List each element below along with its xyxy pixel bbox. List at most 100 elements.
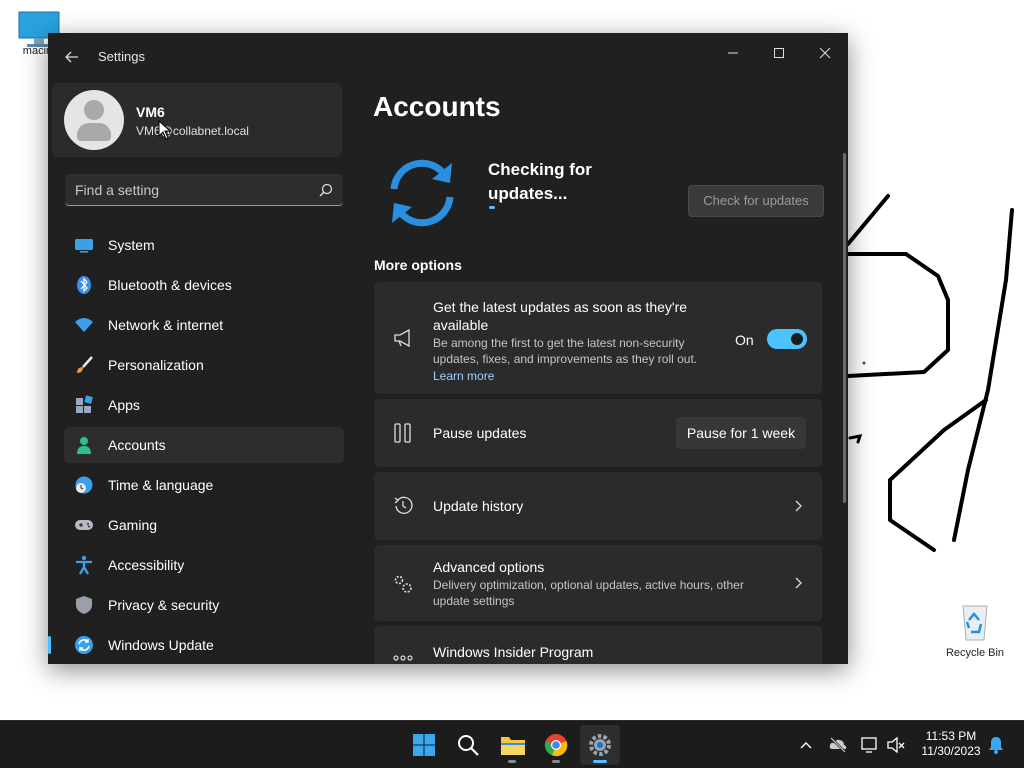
recycle-bin-icon bbox=[962, 605, 988, 641]
file-explorer-button[interactable] bbox=[492, 725, 532, 765]
chevron-right-icon bbox=[795, 500, 802, 512]
sidebar-item-apps[interactable]: Apps bbox=[64, 387, 344, 423]
system-display-icon bbox=[75, 239, 93, 253]
chevron-up-icon[interactable] bbox=[796, 735, 816, 755]
close-icon bbox=[819, 47, 831, 59]
system-clock[interactable]: 11:53 PM 11/30/2023 bbox=[916, 729, 986, 759]
hand-drawn-scribble bbox=[846, 194, 1014, 552]
more-options-heading: More options bbox=[374, 257, 462, 273]
update-progress-bar bbox=[489, 206, 495, 209]
windows-update-icon bbox=[75, 636, 93, 654]
window-title: Settings bbox=[98, 49, 145, 64]
sidebar-item-label: System bbox=[108, 237, 155, 253]
minimize-button[interactable] bbox=[710, 39, 756, 69]
insider-people-icon bbox=[393, 655, 413, 661]
person-icon bbox=[77, 437, 91, 454]
clock-date: 11/30/2023 bbox=[921, 744, 981, 758]
pause-icon bbox=[394, 423, 411, 443]
folder-icon bbox=[501, 737, 525, 755]
learn-more-link[interactable]: Learn more bbox=[433, 369, 494, 383]
sidebar-nav: System Bluetooth & devices Network & int… bbox=[48, 227, 344, 664]
shield-icon bbox=[76, 596, 92, 614]
sidebar-item-personalization[interactable]: Personalization bbox=[64, 347, 344, 383]
title-bar: Settings bbox=[48, 33, 848, 81]
check-for-updates-button[interactable]: Check for updates bbox=[688, 185, 824, 217]
card-title: Get the latest updates as soon as they'r… bbox=[433, 299, 688, 333]
sidebar-item-label: Personalization bbox=[108, 357, 204, 373]
sidebar-item-label: Gaming bbox=[108, 517, 158, 533]
notification-bell-icon[interactable] bbox=[986, 735, 1006, 755]
sidebar-item-label: Time & language bbox=[108, 477, 214, 493]
volume-muted-icon[interactable] bbox=[886, 735, 906, 755]
sidebar-item-label: Privacy & security bbox=[108, 597, 220, 613]
latest-updates-toggle[interactable] bbox=[767, 329, 807, 349]
windows-insider-card[interactable]: Windows Insider Program bbox=[374, 626, 822, 664]
network-monitor-icon[interactable] bbox=[860, 735, 880, 755]
sidebar-item-windows-update[interactable]: Windows Update bbox=[48, 627, 344, 663]
sidebar-item-gaming[interactable]: Gaming bbox=[64, 507, 344, 543]
sidebar-item-label: Accessibility bbox=[108, 557, 185, 573]
close-button[interactable] bbox=[802, 39, 848, 69]
card-title: Update history bbox=[433, 498, 524, 514]
chrome-button[interactable] bbox=[536, 725, 576, 765]
profile-email: VM6@collabnet.local bbox=[136, 124, 249, 138]
gamepad-icon bbox=[75, 520, 93, 530]
toggle-state-label: On bbox=[735, 332, 754, 348]
update-status-text: Checking for updates... bbox=[488, 160, 592, 203]
sync-arrows-icon bbox=[390, 159, 454, 227]
clock-time: 11:53 PM bbox=[925, 729, 977, 743]
chrome-icon bbox=[544, 734, 568, 757]
pause-updates-card: Pause updates Pause for 1 week bbox=[374, 399, 822, 467]
gears-icon bbox=[394, 575, 412, 593]
search-icon[interactable] bbox=[319, 183, 333, 197]
sidebar-item-time-language[interactable]: Time & language bbox=[64, 467, 344, 503]
sidebar-item-label: Windows Update bbox=[108, 637, 214, 653]
card-subtitle: Delivery optimization, optional updates,… bbox=[433, 578, 744, 608]
taskbar-search-button[interactable] bbox=[448, 725, 488, 765]
windows-logo-icon bbox=[413, 734, 435, 756]
sidebar-item-bluetooth[interactable]: Bluetooth & devices bbox=[64, 267, 344, 303]
search-input[interactable] bbox=[65, 174, 305, 205]
maximize-button[interactable] bbox=[756, 39, 802, 69]
apps-grid-icon bbox=[76, 395, 93, 413]
globe-clock-icon bbox=[75, 476, 93, 494]
desktop-icon-recycle-bin[interactable]: Recycle Bin bbox=[940, 598, 1010, 659]
back-arrow-icon bbox=[65, 51, 78, 63]
card-title: Advanced options bbox=[433, 559, 545, 575]
search-icon bbox=[458, 735, 479, 756]
sidebar-item-privacy-security[interactable]: Privacy & security bbox=[64, 587, 344, 623]
settings-taskbar-button[interactable] bbox=[580, 725, 620, 765]
page-title: Accounts bbox=[373, 91, 501, 122]
card-title: Pause updates bbox=[433, 425, 527, 441]
profile-name: VM6 bbox=[136, 104, 165, 120]
sidebar-item-system[interactable]: System bbox=[64, 227, 344, 263]
sidebar-item-label: Accounts bbox=[108, 437, 166, 453]
avatar bbox=[64, 90, 124, 150]
update-history-card[interactable]: Update history bbox=[374, 472, 822, 540]
sidebar-item-accounts[interactable]: Accounts bbox=[64, 427, 344, 463]
accessibility-icon bbox=[76, 555, 92, 575]
sidebar-item-accessibility[interactable]: Accessibility bbox=[64, 547, 344, 583]
wifi-icon bbox=[75, 318, 93, 332]
megaphone-icon bbox=[394, 328, 410, 348]
cloud-off-icon[interactable] bbox=[828, 735, 848, 755]
mouse-cursor-icon bbox=[158, 120, 172, 140]
taskbar: 11:53 PM 11/30/2023 bbox=[0, 720, 1024, 768]
desktop-icon-label: Recycle Bin bbox=[945, 647, 1005, 659]
get-latest-updates-card: Get the latest updates as soon as they'r… bbox=[374, 282, 822, 394]
bluetooth-icon bbox=[77, 276, 91, 294]
content-scrollbar[interactable] bbox=[843, 153, 846, 503]
search-box[interactable] bbox=[65, 174, 343, 206]
user-profile-card[interactable]: VM6 VM6@collabnet.local bbox=[52, 83, 342, 157]
sidebar-item-network[interactable]: Network & internet bbox=[64, 307, 344, 343]
chevron-right-icon bbox=[795, 577, 802, 589]
start-button[interactable] bbox=[404, 725, 444, 765]
sidebar-item-label: Network & internet bbox=[108, 317, 224, 333]
sidebar-item-label: Apps bbox=[108, 397, 140, 413]
back-button[interactable] bbox=[62, 47, 82, 67]
advanced-options-card[interactable]: Advanced options Delivery optimization, … bbox=[374, 545, 822, 621]
history-clock-icon bbox=[394, 496, 413, 514]
paintbrush-icon bbox=[77, 356, 93, 373]
pause-for-1-week-button[interactable]: Pause for 1 week bbox=[676, 417, 806, 449]
maximize-icon bbox=[774, 48, 784, 58]
